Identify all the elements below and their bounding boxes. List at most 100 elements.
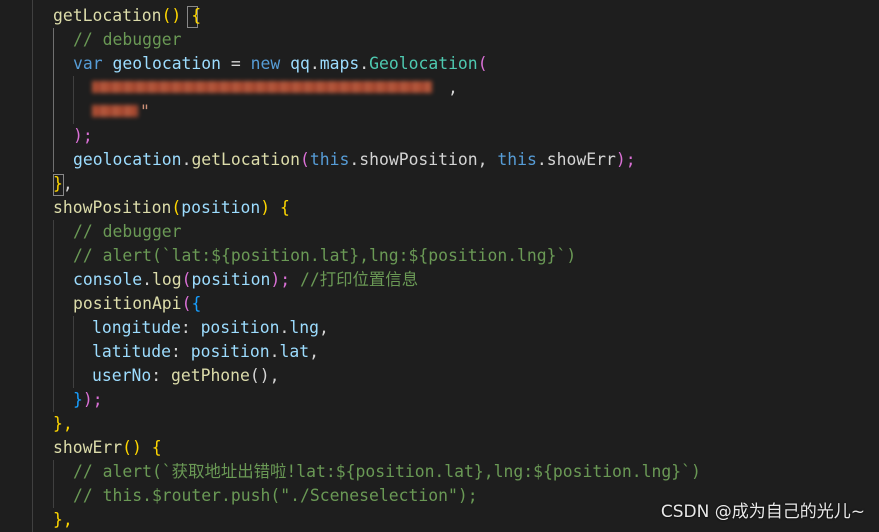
open-brace: {	[191, 294, 202, 313]
code-line[interactable]: ,	[448, 76, 458, 100]
comment: //打印位置信息	[290, 270, 419, 289]
property: lng	[289, 318, 319, 337]
colon: :	[170, 342, 191, 361]
redacted-string	[92, 105, 138, 117]
dot: .	[309, 54, 320, 73]
this-keyword: this	[497, 150, 537, 169]
comma: ,	[309, 342, 320, 361]
code-line[interactable]: // debugger	[73, 220, 182, 244]
comma: ,	[62, 174, 73, 193]
namespace: maps	[319, 54, 360, 73]
code-line[interactable]: latitude: position.lat,	[92, 340, 319, 364]
comment: // alert(`lat:${position.lat},lng:${posi…	[73, 246, 577, 265]
open-brace: {	[141, 438, 162, 457]
indent-guide	[53, 460, 54, 508]
code-editor[interactable]: getLocation() { // debugger var geolocat…	[0, 0, 879, 532]
indent-guide	[73, 316, 74, 388]
code-line[interactable]: var geolocation = new qq.maps.Geolocatio…	[73, 52, 488, 76]
code-line[interactable]: positionApi({	[73, 292, 201, 316]
method-name: showPosition	[53, 198, 172, 217]
open-paren: (	[181, 270, 192, 289]
object: position	[190, 342, 270, 361]
open-brace: {	[270, 198, 290, 217]
code-line[interactable]: },	[53, 412, 73, 436]
function-call: positionApi	[73, 294, 182, 313]
dot: .	[142, 270, 152, 289]
method-name: getLocation	[53, 6, 162, 25]
watermark: CSDN @成为自己的光儿~	[660, 502, 865, 522]
code-line[interactable]: // alert(`lat:${position.lat},lng:${posi…	[73, 244, 576, 268]
parens: ()	[122, 438, 142, 457]
comma: ,	[269, 366, 280, 385]
code-line[interactable]: "	[140, 100, 150, 124]
keyword: var	[73, 54, 103, 73]
colon: :	[180, 318, 201, 337]
close-brace: },	[53, 510, 73, 529]
comment: // debugger	[73, 222, 182, 241]
separator: ,	[477, 150, 498, 169]
code-line[interactable]: geolocation.getLocation(this.showPositio…	[73, 148, 636, 172]
close-brace: }	[53, 174, 63, 193]
code-line[interactable]: },	[53, 172, 73, 196]
argument: .showPosition	[349, 150, 478, 169]
namespace: qq	[290, 54, 310, 73]
parens: ()	[161, 6, 182, 25]
dot: .	[279, 318, 290, 337]
method-call: log	[151, 270, 182, 289]
redacted-api-key	[92, 81, 432, 93]
comma: ,	[448, 78, 458, 97]
argument: position	[191, 270, 271, 289]
indent-guide	[73, 76, 74, 124]
indent-guide	[53, 220, 54, 412]
code-line[interactable]: // debugger	[73, 28, 182, 52]
method-call: getLocation	[191, 150, 300, 169]
object-key: latitude	[92, 342, 171, 361]
dot: .	[359, 54, 370, 73]
code-line[interactable]: // alert(`获取地址出错啦!lat:${position.lat},ln…	[73, 460, 701, 484]
function-call: getPhone	[170, 366, 250, 385]
object-key: userNo	[92, 366, 152, 385]
close-paren: );	[73, 126, 93, 145]
indent-guide	[32, 0, 33, 532]
parens: ()	[249, 366, 270, 385]
code-line[interactable]: longitude: position.lng,	[92, 316, 329, 340]
code-line[interactable]: userNo: getPhone(),	[92, 364, 280, 388]
object-key: longitude	[92, 318, 181, 337]
method-name: showErr	[53, 438, 123, 457]
property: lat	[279, 342, 310, 361]
code-line[interactable]: },	[53, 508, 73, 532]
comma: ,	[319, 318, 329, 337]
this-keyword: this	[309, 150, 350, 169]
open-paren: (	[300, 150, 310, 169]
open-paren: (	[477, 54, 488, 73]
code-line[interactable]: console.log(position); //打印位置信息	[73, 268, 418, 292]
close-brace: },	[53, 414, 73, 433]
dot: .	[269, 342, 280, 361]
object: position	[200, 318, 280, 337]
open-brace: {	[191, 6, 202, 25]
code-line[interactable]: showPosition(position) {	[53, 196, 290, 220]
string-end: "	[140, 102, 150, 121]
comment: // debugger	[73, 30, 182, 49]
open-paren: (	[181, 294, 192, 313]
comment: // this.$router.push("./Sceneselection")…	[73, 486, 478, 505]
code-line[interactable]: });	[73, 388, 103, 412]
argument: .showErr	[536, 150, 616, 169]
object: geolocation	[73, 150, 182, 169]
open-paren: (	[171, 198, 182, 217]
parameter: position	[181, 198, 261, 217]
code-line[interactable]: showErr() {	[53, 436, 162, 460]
close-paren: );	[615, 150, 636, 169]
indent-guide-active	[53, 28, 54, 172]
code-line[interactable]: getLocation() {	[53, 4, 201, 28]
code-line[interactable]: // this.$router.push("./Sceneselection")…	[73, 484, 478, 508]
keyword-new: new	[250, 54, 281, 73]
close-paren: );	[82, 390, 103, 409]
close-paren: );	[270, 270, 291, 289]
close-paren: )	[260, 198, 271, 217]
variable: geolocation	[112, 54, 222, 73]
code-line[interactable]: );	[73, 124, 93, 148]
object: console	[73, 270, 143, 289]
comment: // alert(`获取地址出错啦!lat:${position.lat},ln…	[73, 462, 701, 481]
dot: .	[181, 150, 192, 169]
